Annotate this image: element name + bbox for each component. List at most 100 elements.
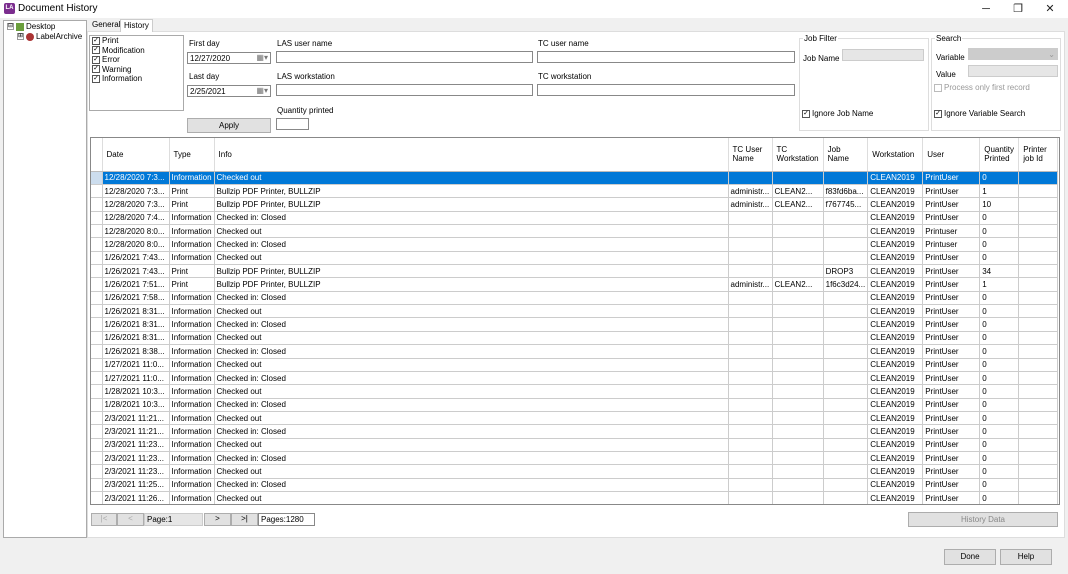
row-header[interactable] (91, 251, 103, 266)
row-header[interactable] (91, 491, 103, 504)
folder-tree[interactable]: ⊟ Desktop ⊞ LabelArchive (3, 20, 87, 538)
table-row[interactable]: 2/3/2021 11:25... Information Checked in: … (91, 478, 1059, 493)
row-header[interactable] (91, 224, 103, 239)
row-header[interactable] (91, 277, 103, 292)
table-row[interactable]: 2/3/2021 11:21... Information Checked out C… (91, 411, 1059, 426)
table-row[interactable]: 2/3/2021 11:21... Information Checked in: … (91, 424, 1059, 439)
event-type-checkbox[interactable]: ✓ Error (90, 55, 183, 65)
row-header[interactable] (91, 184, 103, 199)
row-header[interactable] (91, 411, 103, 426)
variable-select[interactable]: ⌄ (968, 48, 1058, 60)
last-page-button[interactable]: >| (231, 513, 258, 526)
table-row[interactable]: 1/26/2021 8:31... Information Checked out C… (91, 331, 1059, 346)
table-row[interactable]: 12/28/2020 7:4... Information Checked in: … (91, 211, 1059, 225)
quantity-printed-input[interactable] (276, 118, 309, 130)
minimize-button[interactable]: ─ (970, 0, 1002, 18)
tab-history[interactable]: History (120, 19, 153, 32)
event-type-checkbox[interactable]: ✓ Warning (90, 65, 183, 75)
table-row[interactable]: 12/28/2020 8:0... Information Checked out C… (91, 224, 1059, 239)
history-data-button[interactable]: History Data (908, 512, 1058, 527)
tree-item-desktop[interactable]: ⊟ Desktop (7, 22, 55, 31)
table-row[interactable]: 1/28/2021 10:3... Information Checked out C… (91, 384, 1059, 399)
help-button[interactable]: Help (1000, 549, 1052, 565)
table-row[interactable]: 1/27/2021 11:0... Information Checked in: … (91, 371, 1059, 386)
next-page-button[interactable]: > (204, 513, 231, 526)
apply-button[interactable]: Apply (187, 118, 271, 133)
row-header[interactable] (91, 371, 103, 386)
row-header[interactable] (91, 171, 103, 185)
calendar-dropdown-icon[interactable]: ▦▾ (256, 86, 268, 95)
event-type-checkbox[interactable]: ✓ Print (90, 36, 183, 46)
column-header[interactable]: Printer job Id (1018, 138, 1059, 172)
table-row[interactable]: 12/28/2020 7:3... Print Bullzip PDF Printe… (91, 197, 1059, 212)
row-header[interactable] (91, 451, 103, 466)
row-header[interactable] (91, 317, 103, 332)
history-grid[interactable]: Date Type Info TC User Name TC Workstation Jo… (90, 137, 1060, 505)
tc-workstation-input[interactable] (537, 84, 795, 96)
column-header[interactable]: Workstation (867, 138, 924, 172)
event-type-checkbox[interactable]: ✓ Information (90, 74, 183, 84)
row-header[interactable] (91, 291, 103, 306)
table-row[interactable]: 1/26/2021 8:31... Information Checked in: … (91, 317, 1059, 332)
table-row[interactable]: 2/3/2021 11:23... Information Checked out C… (91, 438, 1059, 453)
row-header[interactable] (91, 358, 103, 372)
table-row[interactable]: 1/26/2021 8:38... Information Checked in: … (91, 344, 1059, 359)
column-header[interactable]: TC User Name (728, 138, 773, 172)
column-header[interactable]: Quantity Printed (979, 138, 1020, 172)
row-header[interactable] (91, 197, 103, 212)
process-first-record-checkbox[interactable]: Process only first record (932, 83, 1030, 93)
table-row[interactable]: 1/26/2021 7:51... Print Bullzip PDF Printe… (91, 277, 1059, 292)
event-type-list[interactable]: ✓ Print ✓ Modification ✓ Error ✓ Warning ✓ Inform… (89, 35, 184, 111)
column-header[interactable]: Info (214, 138, 729, 172)
collapse-icon[interactable]: ⊟ (7, 23, 14, 31)
row-header[interactable] (91, 344, 103, 359)
expand-icon[interactable]: ⊞ (17, 33, 24, 41)
table-row[interactable]: 12/28/2020 7:3... Information Checked out C… (91, 171, 1059, 185)
page-field[interactable]: Page:1 (144, 513, 203, 526)
tree-item-labelarchive[interactable]: ⊞ LabelArchive (17, 32, 82, 41)
row-header[interactable] (91, 384, 103, 399)
last-day-picker[interactable]: 2/25/2021 ▦▾ (187, 85, 271, 97)
row-header[interactable] (91, 478, 103, 493)
ignore-job-name-checkbox[interactable]: ✓ Ignore Job Name (800, 109, 873, 119)
row-header[interactable] (91, 331, 103, 346)
calendar-dropdown-icon[interactable]: ▦▾ (256, 53, 268, 62)
column-header[interactable]: User (922, 138, 981, 172)
job-name-input[interactable] (842, 49, 924, 61)
maximize-button[interactable]: ❐ (1002, 0, 1034, 18)
table-row[interactable]: 1/26/2021 7:43... Print Bullzip PDF Printe… (91, 264, 1059, 279)
column-header[interactable]: Job Name (823, 138, 869, 172)
table-row[interactable]: 1/28/2021 10:3... Information Checked in: … (91, 398, 1059, 412)
event-type-checkbox[interactable]: ✓ Modification (90, 46, 183, 56)
column-header[interactable]: Type (169, 138, 215, 172)
column-header[interactable]: Date (102, 138, 170, 172)
table-row[interactable]: 1/26/2021 7:58... Information Checked in: … (91, 291, 1059, 306)
las-workstation-input[interactable] (276, 84, 533, 96)
close-button[interactable]: ✕ (1034, 0, 1066, 18)
row-header[interactable] (91, 398, 103, 412)
row-header[interactable] (91, 211, 103, 225)
done-button[interactable]: Done (944, 549, 996, 565)
prev-page-button[interactable]: < (117, 513, 144, 526)
row-header[interactable] (91, 438, 103, 453)
column-header[interactable]: TC Workstation (772, 138, 824, 172)
ignore-variable-search-checkbox[interactable]: ✓ Ignore Variable Search (932, 109, 1025, 119)
table-row[interactable]: 2/3/2021 11:26... Information Checked out C… (91, 491, 1059, 504)
table-row[interactable]: 12/28/2020 8:0... Information Checked in: … (91, 237, 1059, 252)
row-header[interactable] (91, 264, 103, 279)
tc-user-input[interactable] (537, 51, 795, 63)
value-input[interactable] (968, 65, 1058, 77)
row-header[interactable] (91, 304, 103, 319)
table-row[interactable]: 1/26/2021 7:43... Information Checked out C… (91, 251, 1059, 266)
table-row[interactable]: 1/26/2021 8:31... Information Checked out C… (91, 304, 1059, 319)
table-row[interactable]: 1/27/2021 11:0... Information Checked out C… (91, 358, 1059, 372)
first-page-button[interactable]: |< (91, 513, 117, 526)
table-row[interactable]: 12/28/2020 7:3... Print Bullzip PDF Printe… (91, 184, 1059, 199)
table-row[interactable]: 2/3/2021 11:23... Information Checked in: … (91, 451, 1059, 466)
row-header[interactable] (91, 424, 103, 439)
first-day-picker[interactable]: 12/27/2020 ▦▾ (187, 52, 271, 64)
row-header[interactable] (91, 464, 103, 479)
row-header[interactable] (91, 237, 103, 252)
table-row[interactable]: 2/3/2021 11:23... Information Checked out C… (91, 464, 1059, 479)
las-user-input[interactable] (276, 51, 533, 63)
